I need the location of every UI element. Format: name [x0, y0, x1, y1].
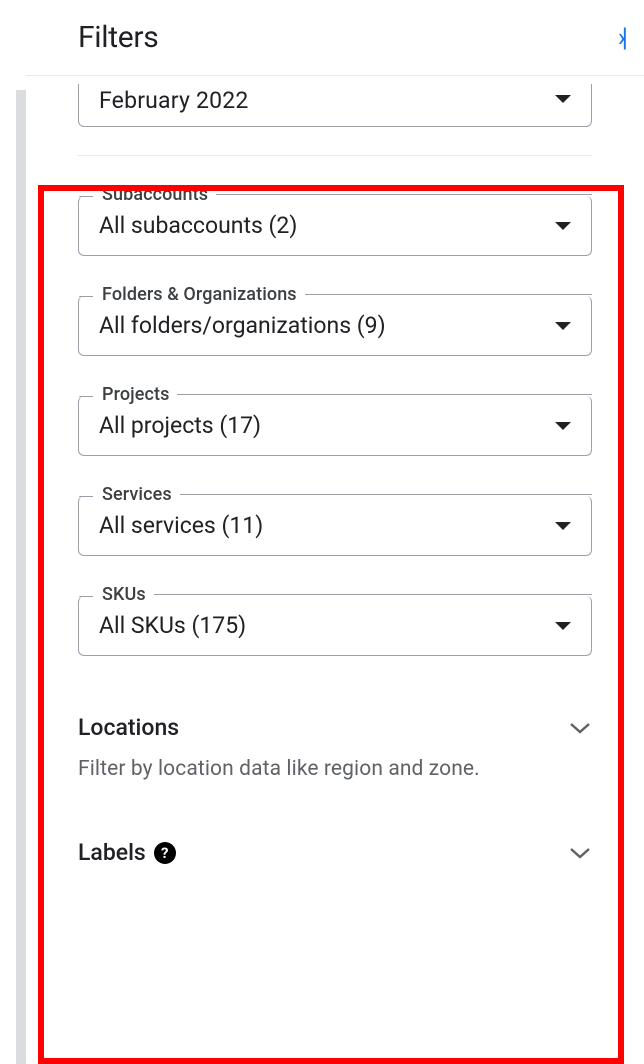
skus-filter: SKUs All SKUs (175) — [78, 596, 592, 656]
services-filter: Services All services (11) — [78, 496, 592, 556]
services-value: All services (11) — [99, 512, 263, 539]
skus-dropdown[interactable]: All SKUs (175) — [78, 596, 592, 656]
folders-orgs-dropdown[interactable]: All folders/organizations (9) — [78, 296, 592, 356]
collapse-panel-icon[interactable]: ›| — [618, 23, 624, 53]
caret-down-icon — [555, 422, 571, 430]
panel-header: Filters ›| — [26, 0, 644, 76]
caret-down-icon — [555, 222, 571, 230]
locations-section[interactable]: Locations Filter by location data like r… — [78, 714, 592, 781]
caret-down-icon — [555, 522, 571, 530]
caret-down-icon — [555, 95, 571, 103]
chevron-down-icon — [568, 716, 592, 740]
projects-value: All projects (17) — [99, 412, 261, 439]
left-gutter-bar — [16, 90, 26, 1064]
skus-value: All SKUs (175) — [99, 612, 246, 639]
subaccounts-dropdown[interactable]: All subaccounts (2) — [78, 196, 592, 256]
folders-orgs-filter: Folders & Organizations All folders/orga… — [78, 296, 592, 356]
help-icon[interactable]: ? — [154, 842, 176, 864]
projects-dropdown[interactable]: All projects (17) — [78, 396, 592, 456]
date-range-value: February 2022 — [99, 87, 248, 114]
filters-panel: Filters ›| February 2022 Subaccounts All… — [26, 0, 644, 1064]
locations-title: Locations — [78, 714, 179, 741]
projects-filter: Projects All projects (17) — [78, 396, 592, 456]
panel-content: February 2022 Subaccounts All subaccount… — [26, 76, 644, 866]
caret-down-icon — [555, 322, 571, 330]
locations-description: Filter by location data like region and … — [78, 757, 592, 781]
date-range-dropdown[interactable]: February 2022 — [78, 76, 592, 127]
labels-title: Labels ? — [78, 839, 176, 866]
left-gutter — [0, 90, 26, 1064]
section-divider — [78, 155, 592, 156]
labels-header: Labels ? — [78, 839, 592, 866]
folders-orgs-value: All folders/organizations (9) — [99, 312, 386, 339]
caret-down-icon — [555, 622, 571, 630]
labels-title-text: Labels — [78, 839, 146, 866]
chevron-down-icon — [568, 841, 592, 865]
services-dropdown[interactable]: All services (11) — [78, 496, 592, 556]
labels-section[interactable]: Labels ? — [78, 839, 592, 866]
subaccounts-filter: Subaccounts All subaccounts (2) — [78, 196, 592, 256]
subaccounts-value: All subaccounts (2) — [99, 212, 297, 239]
locations-header: Locations — [78, 714, 592, 741]
panel-title: Filters — [78, 20, 158, 55]
